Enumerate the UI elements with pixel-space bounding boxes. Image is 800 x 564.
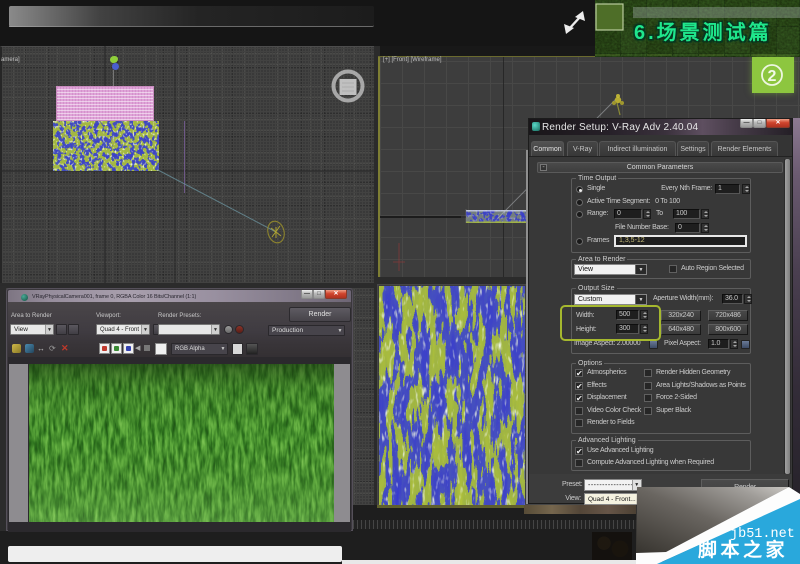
svg-text:脚本之家: 脚本之家 xyxy=(698,538,788,561)
svg-text:2: 2 xyxy=(768,68,777,85)
